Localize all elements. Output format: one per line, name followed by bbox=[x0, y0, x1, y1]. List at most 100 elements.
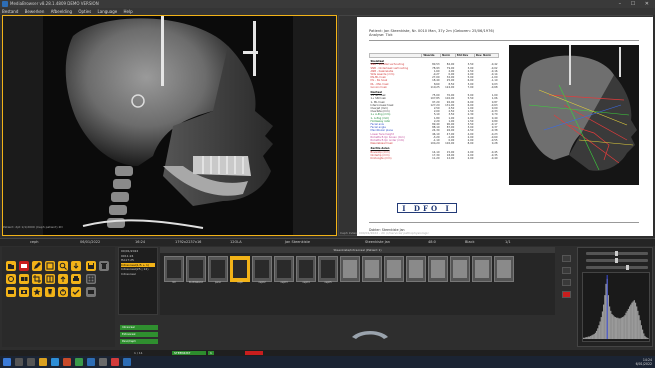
cephalometric-xray-image[interactable] bbox=[43, 16, 293, 235]
info-device: 12OLA bbox=[230, 240, 242, 244]
star-icon[interactable] bbox=[32, 287, 42, 297]
rotate-icon[interactable] bbox=[6, 274, 16, 284]
menu-help[interactable]: Help bbox=[124, 9, 133, 14]
windows-start-icon[interactable] bbox=[3, 358, 11, 366]
histogram-bin bbox=[588, 336, 591, 340]
histogram-bin bbox=[604, 295, 606, 340]
histogram-bin bbox=[639, 320, 641, 340]
histogram-chart[interactable] bbox=[582, 272, 650, 342]
thumbnail[interactable] bbox=[472, 256, 492, 282]
capture-icon[interactable] bbox=[45, 261, 55, 271]
thumbnail[interactable] bbox=[296, 256, 316, 282]
histogram-bin bbox=[619, 318, 621, 340]
menu-bestand[interactable]: Bestand bbox=[2, 9, 18, 14]
thumbnail-strip[interactable]: rim B-CEANLD2 pano ceph ceph2 ceph3 ceph4 ceph5 bbox=[160, 253, 555, 315]
xray-caption: Patient: dpt 1/1/2000 (Ceph patient) 2D bbox=[3, 225, 63, 229]
side-button[interactable] bbox=[562, 267, 571, 274]
cephalometric-values-table: Waarde Norm Std Dev Dev. Norm Skeletaal S… bbox=[368, 52, 500, 160]
close-icon[interactable] bbox=[562, 291, 571, 298]
save-icon[interactable] bbox=[86, 261, 96, 271]
menu-opties[interactable]: Opties bbox=[78, 9, 91, 14]
category-intraoraal[interactable]: Intraoraal bbox=[120, 325, 158, 330]
histogram-bin bbox=[637, 310, 639, 340]
file-explorer-icon[interactable] bbox=[39, 358, 47, 366]
xray-viewer[interactable] bbox=[2, 15, 337, 236]
stack-icon[interactable] bbox=[86, 287, 96, 297]
thumbnail-image bbox=[321, 260, 335, 278]
thumbnail[interactable] bbox=[274, 256, 294, 282]
layout-icon[interactable] bbox=[45, 274, 55, 284]
thumbnail[interactable] bbox=[252, 256, 272, 282]
app-icon[interactable] bbox=[75, 358, 83, 366]
category-extraoraal[interactable]: Extraoraal bbox=[120, 332, 158, 337]
scan-icon[interactable] bbox=[6, 287, 16, 297]
menu-bewerken[interactable]: Bewerken bbox=[25, 9, 45, 14]
histogram-bin bbox=[618, 318, 620, 340]
histogram-bin bbox=[612, 315, 614, 340]
histogram-bin bbox=[643, 333, 645, 340]
contrast-slider[interactable] bbox=[586, 258, 648, 263]
histogram-bin bbox=[621, 317, 624, 340]
tooth-icon[interactable] bbox=[45, 287, 55, 297]
import-icon[interactable] bbox=[71, 261, 81, 271]
histogram-bin bbox=[597, 328, 599, 340]
compare-icon[interactable] bbox=[19, 274, 29, 284]
thumbnail[interactable] bbox=[208, 256, 228, 282]
slider-handle[interactable] bbox=[615, 251, 618, 256]
report-header: Patient: Jan Steenkiste, Nr. 0010 Man, 3… bbox=[369, 29, 494, 37]
thumbnail[interactable] bbox=[186, 256, 206, 282]
app-icon[interactable] bbox=[111, 358, 119, 366]
app-window: MediaBrowser v8.28.1.4809 DEMO VERSION –… bbox=[0, 0, 655, 368]
camera-icon[interactable] bbox=[19, 287, 29, 297]
task-view-icon[interactable] bbox=[27, 358, 35, 366]
trash-icon[interactable] bbox=[99, 261, 109, 271]
power-icon[interactable] bbox=[58, 287, 68, 297]
thumbnail[interactable] bbox=[362, 256, 382, 282]
brightness-slider[interactable] bbox=[586, 251, 648, 256]
app-icon[interactable] bbox=[87, 358, 95, 366]
thumbnail[interactable] bbox=[450, 256, 470, 282]
grid-icon[interactable] bbox=[86, 274, 96, 284]
histogram-bin bbox=[613, 316, 615, 340]
window-controls[interactable]: – ☐ ✕ bbox=[619, 0, 653, 8]
delete-image-icon[interactable] bbox=[19, 261, 29, 271]
thumbnail[interactable] bbox=[406, 256, 426, 282]
mediabrowser-taskbar-icon[interactable] bbox=[123, 358, 131, 366]
browser-icon[interactable] bbox=[51, 358, 59, 366]
thumbnail[interactable] bbox=[384, 256, 404, 282]
category-pano-ceph[interactable]: Pano/Ceph bbox=[120, 339, 158, 344]
slider-handle[interactable] bbox=[615, 258, 618, 263]
export-icon[interactable] bbox=[58, 274, 68, 284]
thumbnail[interactable] bbox=[340, 256, 360, 282]
thumbnail[interactable] bbox=[318, 256, 338, 282]
histogram-bin bbox=[644, 335, 646, 340]
print-icon[interactable] bbox=[71, 274, 81, 284]
thumbnail[interactable] bbox=[230, 256, 250, 282]
menu-afbeelding[interactable]: Afbeelding bbox=[51, 9, 72, 14]
check-icon[interactable] bbox=[71, 287, 81, 297]
edit-icon[interactable] bbox=[32, 261, 42, 271]
app-icon[interactable] bbox=[63, 358, 71, 366]
tree-item[interactable]: Intraoraal bbox=[121, 272, 155, 277]
search-icon[interactable] bbox=[58, 261, 68, 271]
side-button[interactable] bbox=[562, 279, 571, 286]
histogram-bin bbox=[584, 337, 586, 340]
side-button[interactable] bbox=[562, 255, 571, 262]
study-tree[interactable]: 00/01/2022 0011:24 HA17:25 Intraoraal(1/5 +… bbox=[118, 247, 158, 315]
search-icon[interactable] bbox=[15, 358, 23, 366]
histogram-bin bbox=[583, 337, 585, 340]
gamma-slider[interactable] bbox=[586, 265, 648, 270]
app-icon[interactable] bbox=[99, 358, 107, 366]
crop-icon[interactable] bbox=[32, 274, 42, 284]
histogram-bin bbox=[641, 329, 644, 340]
thumbnail[interactable] bbox=[164, 256, 184, 282]
new-folder-icon[interactable] bbox=[6, 261, 16, 271]
thumbnail-image bbox=[211, 260, 225, 278]
report-viewer[interactable]: Patient: Jan Steenkiste, Nr. 0010 Man, 3… bbox=[338, 15, 653, 236]
thumbnail[interactable] bbox=[428, 256, 448, 282]
report-caption: Ceph Index: 000/01/2022 - 2C /r/Cervical… bbox=[340, 231, 429, 235]
thumbnail[interactable] bbox=[494, 256, 514, 282]
menu-language[interactable]: Language bbox=[98, 9, 118, 14]
slider-handle[interactable] bbox=[626, 265, 629, 270]
info-date: 06/01/2022 bbox=[80, 240, 101, 244]
